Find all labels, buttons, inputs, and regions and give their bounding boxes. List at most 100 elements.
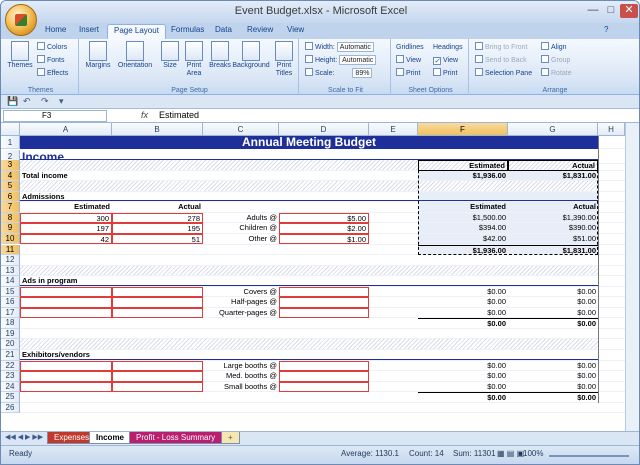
admissions-actual[interactable]: 51 — [112, 233, 203, 245]
column-header-a[interactable]: A — [20, 123, 112, 136]
exhibitors-actual[interactable]: $0.00 — [508, 382, 598, 393]
close-icon[interactable]: ✕ — [620, 4, 638, 18]
background-button[interactable]: Background — [231, 41, 271, 70]
effects-button[interactable]: Effects — [37, 68, 68, 79]
row-header-10[interactable]: 10 — [1, 233, 20, 245]
headings-print-checkbox[interactable]: Print — [433, 68, 457, 79]
tab-page-layout[interactable]: Page Layout — [107, 24, 166, 39]
tab-view[interactable]: View — [281, 24, 310, 39]
row-header-9[interactable]: 9 — [1, 223, 20, 234]
tab-review[interactable]: Review — [241, 24, 279, 39]
column-header-d[interactable]: D — [279, 123, 369, 136]
exhibitors-estimated[interactable]: $0.00 — [418, 361, 508, 372]
vertical-scrollbar[interactable] — [625, 123, 639, 431]
minimize-icon[interactable]: — — [584, 4, 602, 18]
ads-price[interactable] — [279, 297, 369, 308]
admissions-label[interactable]: Children @ — [203, 223, 279, 234]
row-header-14[interactable]: 14 — [1, 276, 20, 287]
admissions-estimated[interactable]: 197 — [20, 223, 112, 234]
customize-qat-icon[interactable]: ▾ — [59, 96, 64, 107]
sheet-tab-profit-loss[interactable]: Profit - Loss Summary — [129, 432, 223, 444]
ads-input-b[interactable] — [112, 286, 203, 298]
ads-actual[interactable]: $0.00 — [508, 287, 598, 298]
total-income-label[interactable]: Total income — [20, 171, 112, 182]
sheet-nav-icon[interactable]: ◀◀ ◀ ▶ ▶▶ — [5, 433, 43, 441]
admissions-actual[interactable]: 195 — [112, 223, 203, 234]
admissions-estimated[interactable]: 42 — [20, 233, 112, 245]
row-header-20[interactable]: 20 — [1, 339, 20, 350]
save-icon[interactable]: 💾 — [7, 96, 18, 107]
admissions-label[interactable]: Adults @ — [203, 213, 279, 224]
zoom-level[interactable]: 100% — [523, 449, 543, 458]
zoom-slider[interactable] — [549, 455, 629, 457]
row-header-22[interactable]: 22 — [1, 360, 20, 372]
row-header-25[interactable]: 25 — [1, 392, 20, 403]
column-header-e[interactable]: E — [369, 123, 418, 136]
ads-estimated[interactable]: $0.00 — [418, 297, 508, 308]
maximize-icon[interactable]: □ — [602, 4, 620, 18]
tab-formulas[interactable]: Formulas — [165, 24, 210, 39]
ads-input-a[interactable] — [20, 297, 112, 308]
margins-button[interactable]: Margins — [83, 41, 113, 70]
ads-input-b[interactable] — [112, 297, 203, 308]
row-header-7[interactable]: 7 — [1, 202, 20, 213]
align-button[interactable]: Align — [541, 42, 567, 53]
row-header-8[interactable]: 8 — [1, 212, 20, 224]
group-button[interactable]: Group — [541, 55, 570, 66]
sheet-tab-income[interactable]: Income — [89, 432, 132, 444]
row-header-12[interactable]: 12 — [1, 255, 20, 266]
print-titles-button[interactable]: Print Titles — [271, 41, 297, 78]
exhibitors-sum-actual[interactable]: $0.00 — [508, 392, 598, 403]
tab-insert[interactable]: Insert — [73, 24, 105, 39]
ads-actual[interactable]: $0.00 — [508, 297, 598, 308]
view-buttons-icon[interactable]: ▦ ▤ ▣ — [497, 449, 524, 458]
tab-home[interactable]: Home — [39, 24, 72, 39]
ads-sum-actual[interactable]: $0.00 — [508, 318, 598, 329]
row-header-26[interactable]: 26 — [1, 402, 20, 414]
undo-icon[interactable]: ↶ — [23, 96, 31, 107]
exhibitors-sum-estimated[interactable]: $0.00 — [418, 392, 508, 403]
exhibitors-price[interactable] — [279, 381, 369, 393]
ads-estimated[interactable]: $0.00 — [418, 308, 508, 319]
width-select[interactable]: Automatic — [336, 42, 374, 52]
rotate-button[interactable]: Rotate — [541, 68, 572, 79]
exhibitors-input-a[interactable] — [20, 360, 112, 372]
exhibitors-actual[interactable]: $0.00 — [508, 371, 598, 382]
insert-sheet-icon[interactable]: + — [221, 432, 240, 444]
row-header-6[interactable]: 6 — [1, 191, 20, 203]
row-header-3[interactable]: 3 — [1, 160, 20, 171]
formula-input[interactable]: Estimated — [159, 110, 199, 120]
orientation-button[interactable]: Orientation — [115, 41, 155, 70]
name-box[interactable]: F3 — [3, 110, 107, 122]
column-header-h[interactable]: H — [598, 123, 625, 136]
exhibitors-title[interactable]: Exhibitors/vendors — [20, 350, 112, 361]
ads-label[interactable]: Quarter-pages @ — [203, 308, 279, 319]
bring-to-front-button[interactable]: Bring to Front — [475, 42, 527, 53]
row-header-21[interactable]: 21 — [1, 350, 20, 361]
scale-spinner[interactable]: 89% — [352, 68, 373, 78]
admissions-actual[interactable]: 278 — [112, 212, 203, 224]
banner-title[interactable]: Annual Meeting Budget — [20, 136, 598, 149]
exhibitors-input-b[interactable] — [112, 371, 203, 382]
ads-title[interactable]: Ads in program — [20, 276, 112, 287]
ads-label[interactable]: Covers @ — [203, 287, 279, 298]
tab-data[interactable]: Data — [209, 24, 238, 39]
admissions-title[interactable]: Admissions — [20, 192, 112, 203]
exhibitors-label[interactable]: Large booths @ — [203, 361, 279, 372]
exhibitors-input-b[interactable] — [112, 381, 203, 393]
admissions-price[interactable]: $1.00 — [279, 233, 369, 245]
redo-icon[interactable]: ↷ — [41, 96, 49, 107]
exhibitors-label[interactable]: Small booths @ — [203, 382, 279, 393]
ads-actual[interactable]: $0.00 — [508, 308, 598, 319]
ads-label[interactable]: Half-pages @ — [203, 297, 279, 308]
ads-estimated[interactable]: $0.00 — [418, 287, 508, 298]
row-header-24[interactable]: 24 — [1, 381, 20, 393]
exhibitors-label[interactable]: Med. booths @ — [203, 371, 279, 382]
row-header-15[interactable]: 15 — [1, 286, 20, 298]
exhibitors-input-a[interactable] — [20, 381, 112, 393]
gridlines-print-checkbox[interactable]: Print — [396, 68, 420, 79]
exhibitors-input-b[interactable] — [112, 360, 203, 372]
row-header-13[interactable]: 13 — [1, 265, 20, 277]
column-header-g[interactable]: G — [508, 123, 598, 136]
admissions-estimated[interactable]: 300 — [20, 212, 112, 224]
